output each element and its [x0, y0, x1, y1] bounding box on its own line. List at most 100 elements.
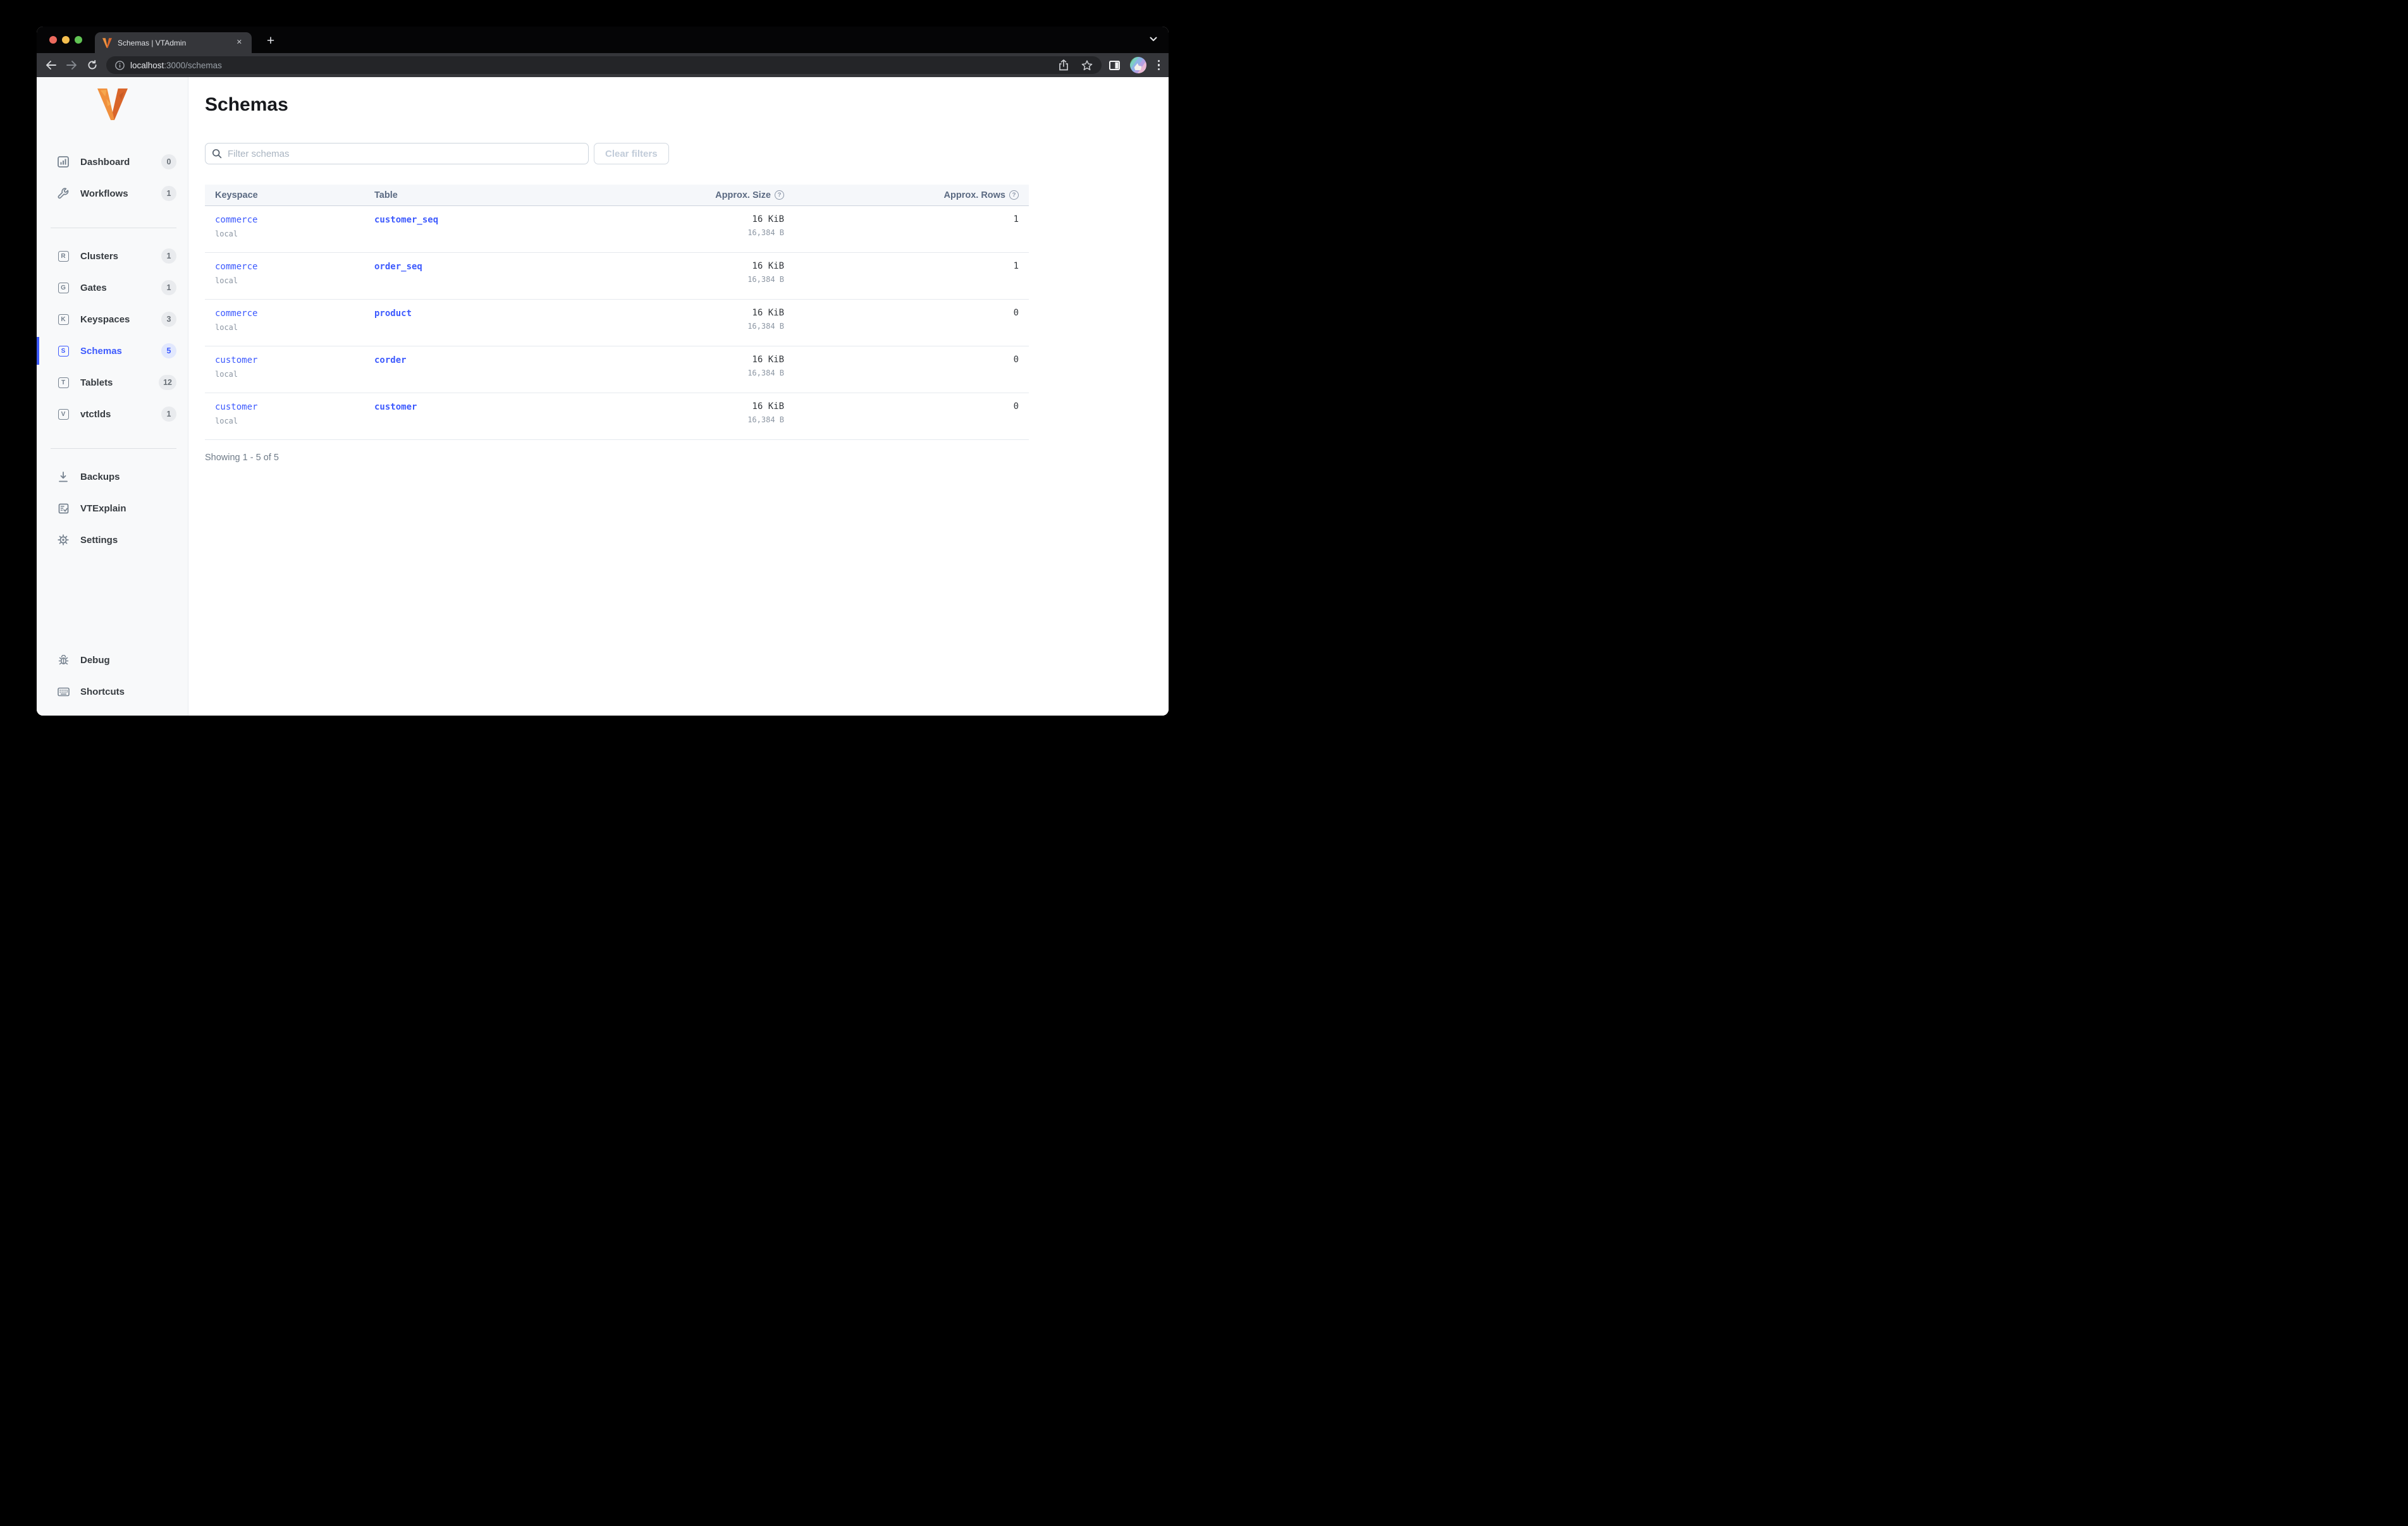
wrench-icon	[57, 188, 70, 199]
count-badge: 1	[161, 280, 176, 295]
profile-avatar[interactable]	[1129, 57, 1146, 73]
schemas-icon: S	[58, 345, 69, 357]
sidebar-item-vtexplain[interactable]: VTExplain	[37, 496, 188, 521]
table-row: commerce local product 16 KiB 16,384 B 0	[205, 300, 1029, 346]
document-check-icon	[57, 503, 70, 514]
sidebar-item-vtctlds[interactable]: V vtctlds 1	[37, 401, 188, 427]
sidebar-item-label: Settings	[80, 534, 118, 546]
main-content: Schemas Clear filters Keyspace Table App…	[188, 77, 1169, 716]
side-panel-icon[interactable]	[1109, 60, 1120, 70]
count-badge: 3	[161, 312, 176, 327]
sidebar-item-keyspaces[interactable]: K Keyspaces 3	[37, 307, 188, 332]
dashboard-chart-icon	[57, 156, 70, 168]
approx-size-value: 16 KiB	[752, 214, 784, 224]
fullscreen-window-button[interactable]	[75, 36, 82, 44]
cluster-label: local	[215, 417, 238, 425]
minimize-window-button[interactable]	[62, 36, 70, 44]
tab-title: Schemas | VTAdmin	[118, 38, 187, 47]
bookmark-star-icon[interactable]	[1081, 59, 1093, 71]
sidebar-item-label: Workflows	[80, 188, 128, 199]
size-bytes-value: 16,384 B	[747, 228, 784, 237]
table-row: commerce local order_seq 16 KiB 16,384 B	[205, 253, 1029, 300]
close-window-button[interactable]	[49, 36, 57, 44]
size-bytes-value: 16,384 B	[747, 415, 784, 424]
browser-tab[interactable]: Schemas | VTAdmin ✕	[95, 32, 252, 53]
back-button[interactable]	[46, 61, 56, 70]
cluster-label: local	[215, 370, 238, 379]
url-host: localhost	[130, 60, 164, 70]
sidebar-item-dashboard[interactable]: Dashboard 0	[37, 149, 188, 174]
traffic-lights	[49, 36, 82, 44]
gear-icon	[57, 534, 70, 546]
table-header: Keyspace Table Approx. Size ? Approx. Ro…	[205, 185, 1029, 206]
sidebar-item-schemas[interactable]: S Schemas 5	[37, 337, 188, 365]
column-header-table: Table	[374, 190, 398, 200]
clusters-icon: R	[58, 250, 69, 262]
clear-filters-button[interactable]: Clear filters	[594, 143, 669, 164]
sidebar-item-tablets[interactable]: T Tablets 12	[37, 370, 188, 395]
count-badge: 12	[159, 375, 176, 390]
vtctlds-icon: V	[58, 408, 69, 420]
sidebar-divider	[51, 448, 176, 449]
sidebar-item-label: Tablets	[80, 377, 113, 388]
sidebar-item-shortcuts[interactable]: Shortcuts	[37, 679, 188, 704]
forward-button[interactable]	[66, 61, 77, 70]
keyspace-link[interactable]: commerce	[215, 308, 257, 319]
browser-menu-icon[interactable]	[1157, 59, 1162, 72]
sidebar-item-settings[interactable]: Settings	[37, 527, 188, 552]
sidebar-item-gates[interactable]: G Gates 1	[37, 275, 188, 300]
app-content: Dashboard 0 Workflows 1 R Clusters 1 G G…	[37, 77, 1169, 716]
vitess-logo	[97, 89, 128, 120]
size-bytes-value: 16,384 B	[747, 369, 784, 377]
share-icon[interactable]	[1059, 59, 1069, 71]
address-bar[interactable]: localhost:3000/schemas	[106, 56, 1102, 74]
keyspace-link[interactable]: customer	[215, 355, 257, 365]
table-link[interactable]: product	[374, 308, 412, 319]
filter-schemas-input[interactable]	[205, 143, 589, 164]
keyspaces-icon: K	[58, 314, 69, 325]
sidebar-item-backups[interactable]: Backups	[37, 464, 188, 489]
sidebar-item-label: Clusters	[80, 250, 119, 262]
tab-close-icon[interactable]: ✕	[235, 37, 244, 48]
table-link[interactable]: order_seq	[374, 262, 422, 272]
url-text: localhost:3000/schemas	[130, 61, 222, 70]
sidebar-item-label: Backups	[80, 471, 120, 482]
table-link[interactable]: customer_seq	[374, 215, 438, 225]
browser-toolbar: localhost:3000/schemas	[37, 53, 1169, 77]
tab-search-chevron-icon[interactable]	[1150, 37, 1157, 42]
download-icon	[57, 471, 70, 482]
sidebar-item-debug[interactable]: Debug	[37, 647, 188, 673]
approx-size-value: 16 KiB	[752, 355, 784, 365]
approx-rows-value: 0	[1013, 401, 1019, 412]
sidebar-item-label: Gates	[80, 282, 107, 293]
schemas-table: Keyspace Table Approx. Size ? Approx. Ro…	[205, 185, 1029, 440]
approx-size-value: 16 KiB	[752, 261, 784, 271]
sidebar-item-workflows[interactable]: Workflows 1	[37, 181, 188, 206]
vitess-favicon	[102, 37, 112, 48]
sidebar-item-label: Shortcuts	[80, 686, 125, 697]
table-row: customer local customer 16 KiB 16,384 B	[205, 393, 1029, 440]
sidebar-item-clusters[interactable]: R Clusters 1	[37, 243, 188, 269]
sidebar-nav: Dashboard 0 Workflows 1 R Clusters 1 G G…	[37, 149, 188, 559]
reload-button[interactable]	[87, 60, 97, 70]
approx-rows-value: 1	[1013, 261, 1019, 271]
table-link[interactable]: corder	[374, 355, 407, 365]
keyspace-link[interactable]: commerce	[215, 215, 257, 225]
sidebar: Dashboard 0 Workflows 1 R Clusters 1 G G…	[37, 77, 188, 716]
sidebar-item-label: Dashboard	[80, 156, 130, 168]
keyspace-link[interactable]: customer	[215, 402, 257, 412]
filter-row: Clear filters	[205, 143, 1169, 164]
help-icon[interactable]: ?	[1009, 190, 1019, 200]
approx-rows-value: 0	[1013, 355, 1019, 365]
table-link[interactable]: customer	[374, 402, 417, 412]
cluster-label: local	[215, 276, 238, 285]
approx-size-value: 16 KiB	[752, 401, 784, 412]
help-icon[interactable]: ?	[775, 190, 784, 200]
tab-strip: Schemas | VTAdmin ✕ +	[37, 27, 1169, 53]
count-badge: 1	[161, 406, 176, 422]
sidebar-item-label: Debug	[80, 654, 110, 666]
new-tab-button[interactable]: +	[262, 32, 280, 50]
cluster-label: local	[215, 323, 238, 332]
keyspace-link[interactable]: commerce	[215, 262, 257, 272]
site-info-icon[interactable]	[115, 60, 125, 70]
